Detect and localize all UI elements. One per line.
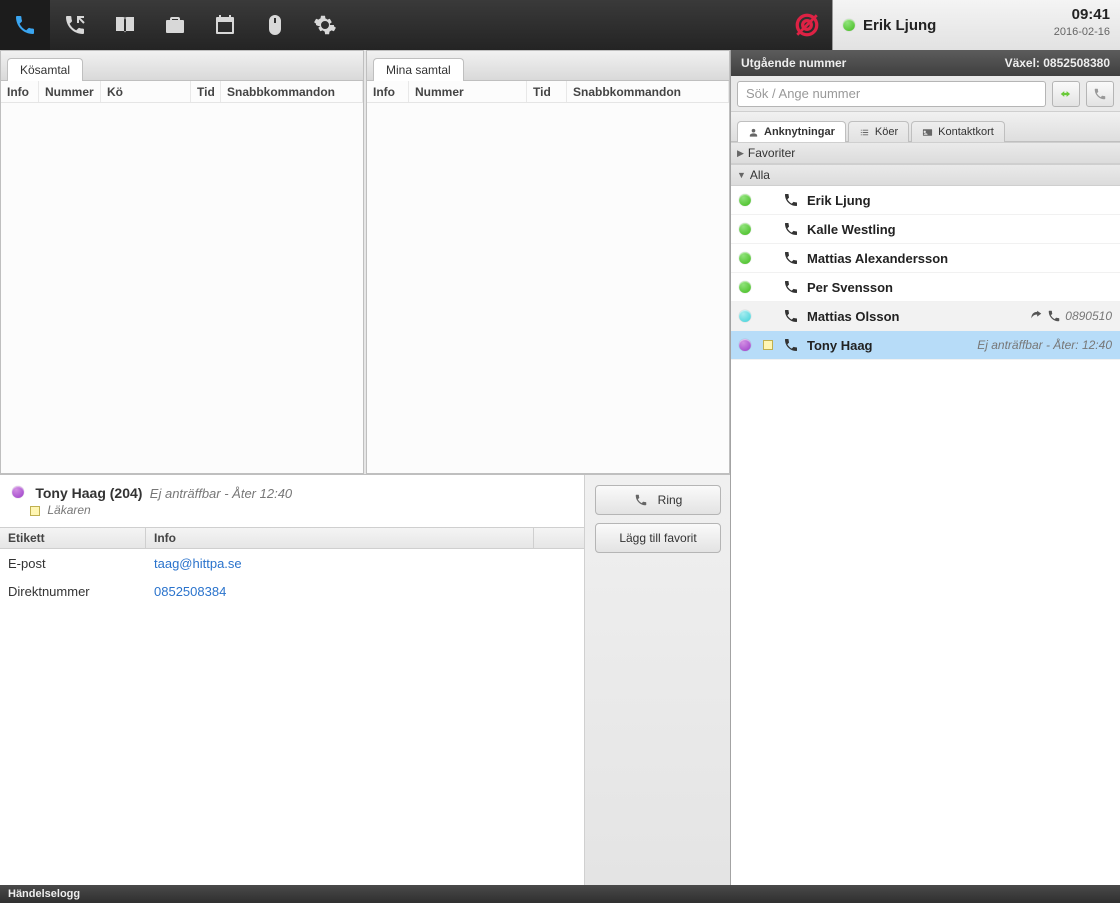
tab-extensions[interactable]: Anknytningar <box>737 121 846 142</box>
tab-extensions-label: Anknytningar <box>764 126 835 138</box>
chevron-down-icon: ▼ <box>737 170 746 180</box>
extension-name: Per Svensson <box>807 280 1112 295</box>
col-nummer[interactable]: Nummer <box>39 81 101 102</box>
clock-time: 09:41 <box>1072 6 1110 23</box>
note-icon <box>763 340 773 350</box>
clock-date: 2016-02-16 <box>1054 26 1110 38</box>
group-all[interactable]: ▼ Alla <box>731 164 1120 186</box>
presence-dot-icon <box>739 310 751 322</box>
presence-dot-icon <box>739 252 751 264</box>
contact-subtitle: Läkaren <box>47 503 90 517</box>
presence-dot-icon <box>843 19 855 31</box>
tab-my-calls[interactable]: Mina samtal <box>373 58 464 81</box>
label: E-post <box>0 556 146 571</box>
right-column: Utgående nummer Växel: 0852508380 Anknyt… <box>730 50 1120 885</box>
presence-dot-icon <box>739 223 751 235</box>
tab-contact-cards-label: Kontaktkort <box>938 126 994 138</box>
extension-row[interactable]: Tony HaagEj anträffbar - Åter: 12:40 <box>731 331 1120 360</box>
col-tid[interactable]: Tid <box>527 81 567 102</box>
phone-icon <box>783 192 807 208</box>
dial-button[interactable] <box>1086 81 1114 107</box>
outgoing-label: Utgående nummer <box>741 56 846 70</box>
calendar-icon[interactable] <box>200 0 250 50</box>
col-info[interactable]: Info <box>367 81 409 102</box>
add-favorite-button[interactable]: Lägg till favorit <box>595 523 721 553</box>
label: Direktnummer <box>0 584 146 599</box>
event-log-bar[interactable]: Händelselogg <box>0 885 1120 903</box>
book-icon[interactable] <box>100 0 150 50</box>
phone-arrow-icon[interactable] <box>50 0 100 50</box>
extension-row[interactable]: Per Svensson <box>731 273 1120 302</box>
contact-name: Tony Haag (204) <box>35 485 142 501</box>
main-toolbar <box>0 0 832 50</box>
extension-name: Mattias Olsson <box>807 309 1029 324</box>
contact-status: Ej anträffbar - Åter 12:40 <box>150 486 292 501</box>
phone-icon <box>783 221 807 237</box>
contact-row-direct: Direktnummer 0852508384 <box>0 577 584 605</box>
group-favorites-label: Favoriter <box>748 146 795 160</box>
phone-icon <box>783 279 807 295</box>
contact-row-email: E-post taag@hittpa.se <box>0 549 584 577</box>
my-call-list <box>367 103 729 473</box>
contact-detail-pane: Tony Haag (204) Ej anträffbar - Åter 12:… <box>0 474 730 885</box>
col-info[interactable]: Info <box>1 81 39 102</box>
col-snabb[interactable]: Snabbkommandon <box>567 81 729 102</box>
col-etikett[interactable]: Etikett <box>0 528 146 548</box>
call-button[interactable]: Ring <box>595 485 721 515</box>
phone-icon[interactable] <box>0 0 50 50</box>
call-button-label: Ring <box>658 493 683 507</box>
col-snabb[interactable]: Snabbkommandon <box>221 81 363 102</box>
queue-calls-panel: Kösamtal Info Nummer Kö Tid Snabbkommand… <box>0 50 364 474</box>
extension-list: Erik Ljung Kalle Westling Mattias Alexande… <box>731 186 1120 360</box>
presence-dot-icon <box>739 281 751 293</box>
extension-row[interactable]: Mattias Olsson0890510 <box>731 302 1120 331</box>
presence-dot-icon <box>739 194 751 206</box>
user-block[interactable]: Erik Ljung 09:41 2016-02-16 <box>832 0 1120 50</box>
gears-icon[interactable] <box>300 0 350 50</box>
tab-queues[interactable]: Köer <box>848 121 909 142</box>
value-direct[interactable]: 0852508384 <box>146 584 584 599</box>
transfer-button[interactable] <box>1052 81 1080 107</box>
value-email[interactable]: taag@hittpa.se <box>146 556 584 571</box>
left-column: Kösamtal Info Nummer Kö Tid Snabbkommand… <box>0 50 730 885</box>
extension-row[interactable]: Mattias Alexandersson <box>731 244 1120 273</box>
extension-name: Erik Ljung <box>807 193 1112 208</box>
switch-number: Växel: 0852508380 <box>1005 56 1110 70</box>
extension-name: Tony Haag <box>807 338 977 353</box>
tab-contact-cards[interactable]: Kontaktkort <box>911 121 1005 142</box>
mouse-icon[interactable] <box>250 0 300 50</box>
col-ko[interactable]: Kö <box>101 81 191 102</box>
phone-icon <box>783 337 807 353</box>
presence-dot-icon <box>739 339 751 351</box>
phone-icon <box>783 250 807 266</box>
event-log-label: Händelselogg <box>8 888 80 900</box>
add-favorite-label: Lägg till favorit <box>619 531 696 545</box>
group-favorites[interactable]: ▶ Favoriter <box>731 142 1120 164</box>
tab-queue-calls[interactable]: Kösamtal <box>7 58 83 81</box>
queue-call-list <box>1 103 363 473</box>
col-tid[interactable]: Tid <box>191 81 221 102</box>
chevron-right-icon: ▶ <box>737 148 744 159</box>
extension-status: Ej anträffbar - Åter: 12:40 <box>977 338 1112 352</box>
tab-queues-label: Köer <box>875 126 898 138</box>
extension-name: Mattias Alexandersson <box>807 251 1112 266</box>
search-input[interactable] <box>737 81 1046 107</box>
extension-name: Kalle Westling <box>807 222 1112 237</box>
current-user-name: Erik Ljung <box>863 17 936 34</box>
outgoing-number-bar: Utgående nummer Växel: 0852508380 <box>731 50 1120 76</box>
lifebuoy-crossed-icon[interactable] <box>782 0 832 50</box>
phone-icon <box>783 308 807 324</box>
note-icon <box>30 506 40 516</box>
my-calls-panel: Mina samtal Info Nummer Tid Snabbkommand… <box>366 50 730 474</box>
outgoing-number: 0890510 <box>1029 309 1112 323</box>
col-info[interactable]: Info <box>146 528 534 548</box>
col-nummer[interactable]: Nummer <box>409 81 527 102</box>
topbar: Erik Ljung 09:41 2016-02-16 <box>0 0 1120 50</box>
presence-dot-icon <box>12 486 24 498</box>
extension-row[interactable]: Erik Ljung <box>731 186 1120 215</box>
briefcase-icon[interactable] <box>150 0 200 50</box>
extension-row[interactable]: Kalle Westling <box>731 215 1120 244</box>
group-all-label: Alla <box>750 168 770 182</box>
